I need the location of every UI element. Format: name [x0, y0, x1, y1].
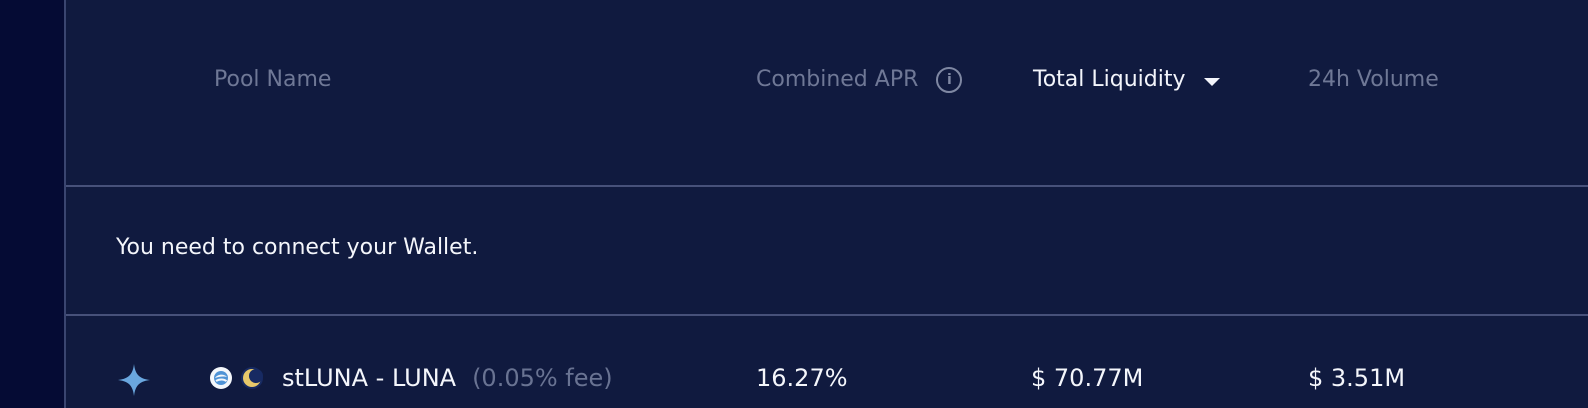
table-header: Pool Name Combined APR i Total Liquidity…	[66, 0, 1588, 187]
pool-fee: (0.05% fee)	[472, 364, 613, 392]
combined-apr-column-header[interactable]: Combined APR i	[756, 65, 963, 95]
pool-name-column-header: Pool Name	[214, 67, 332, 92]
table-row[interactable]: stLUNA - LUNA (0.05% fee) 16.27% $ 70.77…	[66, 314, 1588, 408]
total-liquidity-value: $ 70.77M	[1031, 364, 1144, 392]
pools-table-panel: Pool Name Combined APR i Total Liquidity…	[64, 0, 1588, 408]
connect-wallet-message: You need to connect your Wallet.	[116, 235, 479, 260]
info-icon[interactable]: i	[936, 67, 963, 93]
chevron-down-icon[interactable]	[1203, 78, 1220, 86]
total-liquidity-column-header[interactable]: Total Liquidity	[1033, 65, 1220, 95]
volume-24h-column-header[interactable]: 24h Volume	[1308, 65, 1439, 95]
combined-apr-label: Combined APR	[756, 67, 919, 92]
wallet-connection-notice-row: You need to connect your Wallet.	[66, 185, 1588, 316]
left-sidebar-edge	[0, 0, 64, 408]
star-icon	[118, 364, 150, 396]
combined-apr-value: 16.27%	[756, 364, 848, 392]
pool-pair-name: stLUNA - LUNA	[282, 364, 457, 392]
pools-page: Pool Name Combined APR i Total Liquidity…	[0, 0, 1588, 408]
volume-24h-value: $ 3.51M	[1308, 364, 1406, 392]
total-liquidity-label: Total Liquidity	[1033, 67, 1186, 92]
pool-name-cell: stLUNA - LUNA (0.05% fee)	[282, 363, 613, 393]
token-pair-icons	[210, 367, 263, 389]
stluna-token-icon	[210, 367, 232, 389]
luna-token-icon	[241, 367, 263, 389]
